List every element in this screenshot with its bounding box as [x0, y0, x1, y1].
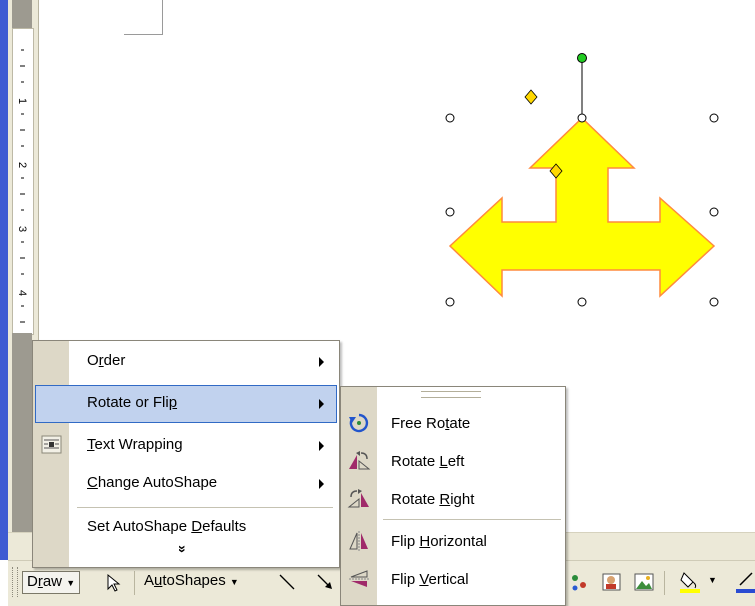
- resize-handle[interactable]: [445, 207, 455, 217]
- submenu-item-label: Free Ro: [391, 415, 446, 432]
- submenu-item-label: H: [419, 533, 431, 550]
- submenu-item-label: eft: [447, 453, 465, 470]
- adjust-handle[interactable]: [524, 89, 538, 105]
- submenu-drag-handle[interactable]: [421, 391, 481, 398]
- arrow-tool-icon[interactable]: [314, 571, 336, 593]
- submenu-item-label: Flip: [391, 533, 420, 550]
- submenu-arrow-icon: [319, 357, 324, 367]
- menu-item-rotate-or-flip[interactable]: Rotate or Flip: [33, 385, 339, 423]
- submenu-item-label: orizontal: [430, 533, 487, 550]
- submenu-item-rotate-left[interactable]: Rotate Left: [341, 443, 565, 481]
- rotate-right-icon: [347, 489, 369, 508]
- menu-item-label: C: [87, 474, 98, 491]
- submenu-item-label: Flip: [391, 571, 420, 588]
- submenu-item-label: ertical: [428, 571, 469, 588]
- menu-item-label: der: [103, 352, 126, 369]
- dropdown-arrow-icon: ▼: [229, 577, 239, 587]
- resize-handle[interactable]: [709, 297, 719, 307]
- menu-separator: [383, 519, 561, 520]
- resize-handle[interactable]: [445, 297, 455, 307]
- text-wrapping-icon: [41, 435, 62, 454]
- menu-item-label: p: [168, 394, 178, 411]
- expand-menu-chevron-icon[interactable]: »: [175, 545, 191, 553]
- flip-vertical-icon: [349, 570, 369, 587]
- submenu-item-rotate-right[interactable]: Rotate Right: [341, 481, 565, 519]
- left-right-up-arrow-shape[interactable]: [448, 116, 716, 298]
- select-objects-icon[interactable]: [104, 573, 122, 593]
- free-rotate-icon: [349, 413, 369, 433]
- autoshapes-label: A: [144, 572, 155, 589]
- submenu-item-label: L: [439, 453, 448, 470]
- resize-handle[interactable]: [577, 297, 587, 307]
- dropdown-arrow-icon: ▼: [66, 578, 76, 588]
- submenu-arrow-icon: [319, 399, 324, 409]
- submenu-item-flip-vertical[interactable]: Flip Vertical: [341, 561, 565, 599]
- submenu-item-label: V: [419, 571, 429, 588]
- draw-label: aw: [42, 573, 63, 590]
- diagram-icon[interactable]: [568, 571, 590, 593]
- menu-item-label: efaults: [202, 518, 247, 535]
- submenu-item-free-rotate[interactable]: Free Rotate: [341, 405, 565, 443]
- menu-item-label: ext Wrapping: [94, 436, 183, 453]
- submenu-item-label: R: [439, 491, 451, 508]
- clip-art-icon[interactable]: [600, 571, 624, 593]
- toolbar-separator: [664, 571, 665, 595]
- draw-menu: Order Rotate or Flip Text Wrapping Chang…: [32, 340, 340, 568]
- rotation-handle[interactable]: [577, 53, 587, 63]
- menu-item-text-wrapping[interactable]: Text Wrapping: [33, 427, 339, 465]
- menu-item-label: T: [87, 436, 95, 453]
- menu-item-label: O: [87, 352, 99, 369]
- submenu-arrow-icon: [319, 441, 324, 451]
- draw-label: D: [27, 573, 38, 590]
- submenu-item-label: Rotate: [391, 491, 440, 508]
- menu-item-label: hange AutoShape: [97, 474, 218, 491]
- submenu-item-label: ate: [449, 415, 471, 432]
- flip-horizontal-icon: [349, 531, 368, 551]
- autoshapes-label: toShapes: [162, 572, 226, 589]
- menu-item-set-autoshape-defaults[interactable]: Set AutoShape Defaults: [33, 509, 339, 547]
- menu-item-label: D: [191, 518, 203, 535]
- menu-item-order[interactable]: Order: [33, 343, 339, 381]
- toolbar-separator: [134, 571, 135, 595]
- rotate-left-icon: [349, 451, 371, 470]
- menu-item-label: Set AutoShape: [87, 518, 192, 535]
- menu-item-label: Rotate or Fli: [87, 394, 169, 411]
- submenu-item-label: ight: [450, 491, 475, 508]
- rotate-or-flip-submenu: Free Rotate Rotate Left Rotate Right Fli…: [340, 386, 566, 606]
- submenu-item-label: Rotate: [391, 453, 440, 470]
- draw-menu-button[interactable]: Draw ▼: [22, 571, 81, 594]
- menu-separator: [77, 507, 333, 508]
- resize-handle[interactable]: [577, 113, 587, 123]
- resize-handle[interactable]: [709, 113, 719, 123]
- resize-handle[interactable]: [709, 207, 719, 217]
- dropdown-arrow-icon[interactable]: ▼: [708, 575, 717, 585]
- submenu-arrow-icon: [319, 479, 324, 489]
- menu-item-change-autoshape[interactable]: Change AutoShape: [33, 465, 339, 503]
- toolbar-grip[interactable]: [12, 567, 18, 597]
- line-tool-icon[interactable]: [276, 571, 298, 593]
- submenu-item-flip-horizontal[interactable]: Flip Horizontal: [341, 523, 565, 561]
- line-color-icon[interactable]: [734, 569, 755, 595]
- fill-color-icon[interactable]: [678, 569, 702, 595]
- resize-handle[interactable]: [445, 113, 455, 123]
- autoshapes-menu-button[interactable]: AutoShapes ▼: [144, 571, 239, 592]
- insert-picture-icon[interactable]: [632, 571, 656, 593]
